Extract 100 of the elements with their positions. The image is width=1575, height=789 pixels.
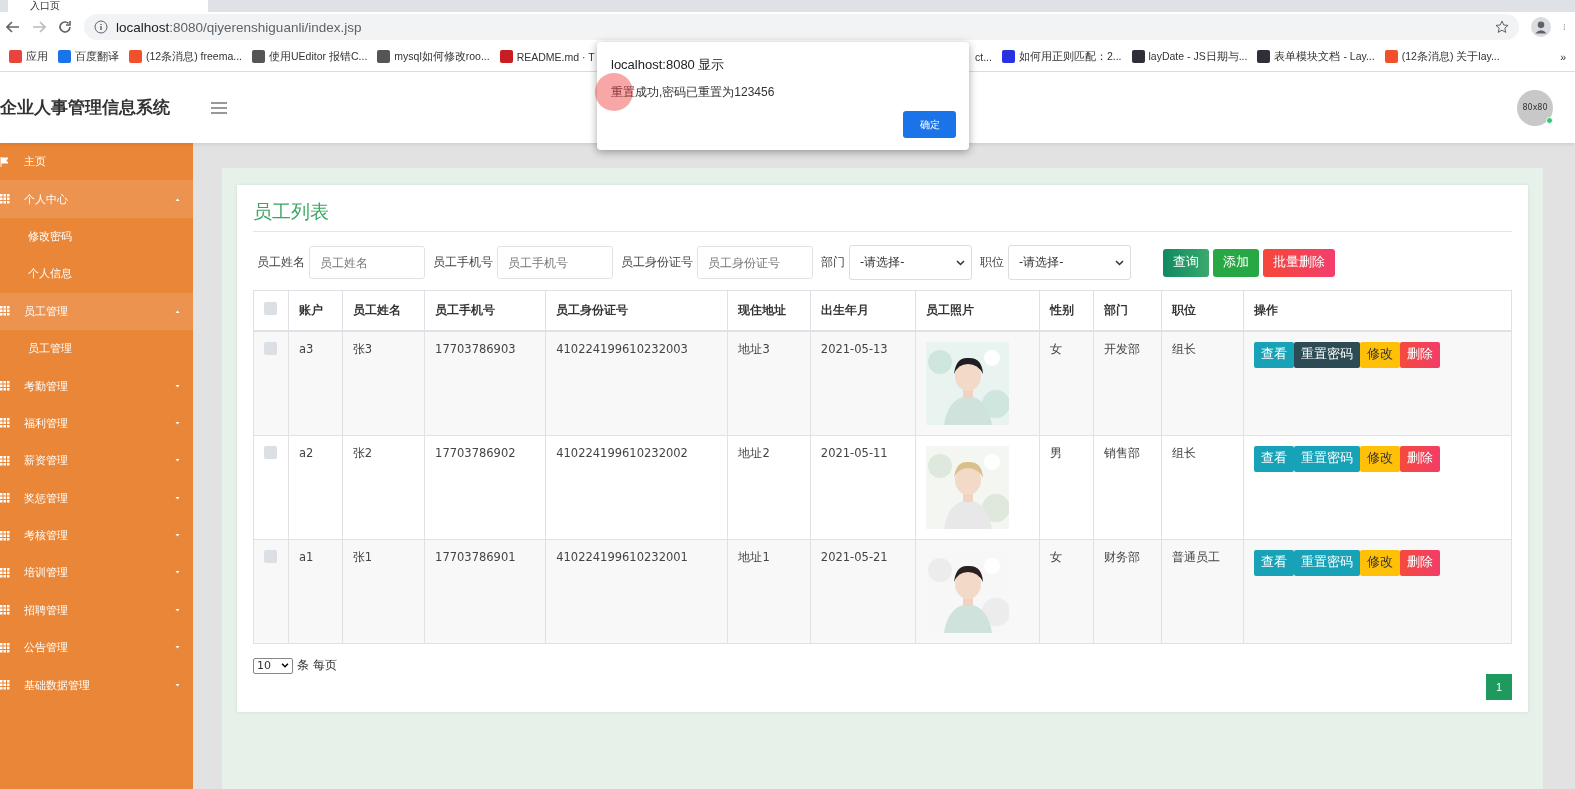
- table-cell: a3: [299, 341, 314, 356]
- caret-icon: [174, 420, 181, 426]
- back-icon[interactable]: [6, 20, 20, 34]
- table-cell: 410224199610232001: [556, 549, 688, 564]
- filter-label: 员工姓名: [257, 255, 305, 270]
- add-button[interactable]: 添加: [1213, 248, 1259, 277]
- bookmark[interactable]: (12条消息) freema...: [124, 49, 248, 64]
- sidebar-item[interactable]: 个人中心: [0, 180, 193, 218]
- view-button[interactable]: 查看: [1254, 341, 1294, 368]
- edit-button[interactable]: 修改: [1360, 445, 1400, 472]
- grid-icon: [0, 530, 10, 541]
- address-bar[interactable]: localhost:8080/qiyerenshiguanli/index.jsp: [84, 14, 1519, 40]
- table-cell: a2: [299, 445, 314, 460]
- sidebar-subitem[interactable]: 员工管理: [0, 329, 193, 368]
- table-cell: 张2: [352, 445, 373, 460]
- checkbox[interactable]: [264, 302, 277, 316]
- column-header: 员工照片: [915, 290, 1040, 331]
- page-size-select[interactable]: 10: [253, 657, 293, 674]
- browser-tab[interactable]: 入口页: [8, 0, 208, 12]
- table-cell: 17703786902: [435, 445, 516, 460]
- checkbox[interactable]: [264, 341, 277, 355]
- profile-icon[interactable]: [1531, 17, 1551, 37]
- dialog-title: localhost:8080 显示: [611, 56, 726, 74]
- bookmark[interactable]: ct...: [970, 50, 997, 63]
- bookmark[interactable]: 表单模块文档 - Lay...: [1252, 49, 1380, 64]
- table-cell: 组长: [1171, 341, 1196, 356]
- table-cell: 开发部: [1103, 341, 1140, 356]
- filter-select[interactable]: -请选择-: [849, 245, 972, 280]
- view-button[interactable]: 查看: [1254, 549, 1294, 576]
- caret-icon: [174, 308, 181, 314]
- reset-password-button[interactable]: 重置密码: [1294, 549, 1360, 576]
- column-header: 员工身份证号: [545, 290, 728, 331]
- delete-button[interactable]: 删除: [1400, 445, 1440, 472]
- table-cell: 男: [1049, 445, 1062, 460]
- ok-button[interactable]: 确定: [903, 111, 956, 138]
- sidebar-item[interactable]: 主页: [0, 143, 193, 181]
- flag-icon: [0, 156, 10, 167]
- sidebar-item[interactable]: 员工管理: [0, 292, 193, 330]
- batch-delete-button[interactable]: 批量删除: [1263, 248, 1335, 277]
- column-header: 部门: [1093, 290, 1162, 331]
- grid-icon: [0, 418, 10, 429]
- grid-icon: [0, 381, 10, 392]
- sidebar-item[interactable]: 招聘管理: [0, 591, 193, 630]
- table-cell: 2021-05-11: [820, 445, 888, 460]
- filter-label: 员工手机号: [433, 255, 493, 270]
- search-button[interactable]: 查询: [1163, 248, 1209, 277]
- view-button[interactable]: 查看: [1254, 445, 1294, 472]
- bookmark[interactable]: mysql如何修改roo...: [372, 49, 495, 64]
- bookmark[interactable]: 使用UEditor 报错C...: [247, 49, 373, 64]
- sidebar-item[interactable]: 考勤管理: [0, 367, 193, 405]
- reset-password-button[interactable]: 重置密码: [1294, 341, 1360, 368]
- more-bookmarks[interactable]: »: [1555, 50, 1571, 63]
- star-icon[interactable]: [1495, 20, 1509, 34]
- table-cell: 地址2: [738, 445, 770, 460]
- column-header: 现住地址: [728, 290, 811, 331]
- sidebar-item[interactable]: 奖惩管理: [0, 479, 193, 517]
- grid-icon: [0, 306, 10, 317]
- delete-button[interactable]: 删除: [1400, 341, 1440, 368]
- caret-icon: [174, 682, 181, 688]
- sidebar-item[interactable]: 培训管理: [0, 554, 193, 592]
- dialog-message: 重置成功,密码已重置为123456: [611, 84, 776, 101]
- bookmark[interactable]: README.md · T: [494, 50, 600, 63]
- forward-icon[interactable]: [32, 20, 46, 34]
- column-header: 职位: [1161, 290, 1244, 331]
- filter-input[interactable]: 员工身份证号: [697, 246, 813, 279]
- filter-select[interactable]: -请选择-: [1008, 245, 1131, 280]
- bookmark[interactable]: layDate - JS日期与...: [1126, 49, 1253, 64]
- sidebar-subitem[interactable]: 个人信息: [0, 255, 193, 293]
- caret-icon: [174, 196, 181, 202]
- checkbox[interactable]: [264, 445, 277, 459]
- url-text: localhost:8080/qiyerenshiguanli/index.jsp: [116, 19, 362, 35]
- column-header: 员工手机号: [424, 290, 546, 331]
- bookmark[interactable]: (12条消息) 关于lay...: [1379, 49, 1505, 64]
- table-cell: 普通员工: [1171, 549, 1220, 564]
- caret-icon: [174, 383, 181, 389]
- reset-password-button[interactable]: 重置密码: [1294, 445, 1360, 472]
- menu-icon[interactable]: [210, 100, 228, 115]
- filter-input[interactable]: 员工手机号: [497, 246, 613, 279]
- sidebar-item[interactable]: 薪资管理: [0, 442, 193, 480]
- caret-icon: [174, 570, 181, 576]
- grid-icon: [0, 194, 10, 205]
- sidebar-subitem[interactable]: 修改密码: [0, 217, 193, 256]
- table-cell: 张3: [352, 341, 373, 356]
- sidebar-item[interactable]: 公告管理: [0, 629, 193, 667]
- delete-button[interactable]: 删除: [1400, 549, 1440, 576]
- sidebar-item[interactable]: 基础数据管理: [0, 666, 193, 704]
- checkbox[interactable]: [264, 549, 277, 563]
- filter-input[interactable]: 员工姓名: [309, 246, 425, 279]
- sidebar-item[interactable]: 考核管理: [0, 516, 193, 555]
- info-icon: [94, 20, 108, 34]
- avatar[interactable]: 80x80: [1517, 89, 1553, 126]
- bookmark[interactable]: 应用: [4, 49, 53, 64]
- page-button[interactable]: 1: [1486, 673, 1512, 700]
- bookmark[interactable]: 百度翻译: [53, 49, 124, 64]
- edit-button[interactable]: 修改: [1360, 341, 1400, 368]
- sidebar-item[interactable]: 福利管理: [0, 404, 193, 443]
- edit-button[interactable]: 修改: [1360, 549, 1400, 576]
- reload-icon[interactable]: [58, 20, 72, 34]
- bookmark[interactable]: 如何用正则匹配：2...: [996, 49, 1127, 64]
- card-title: 员工列表: [253, 199, 1512, 232]
